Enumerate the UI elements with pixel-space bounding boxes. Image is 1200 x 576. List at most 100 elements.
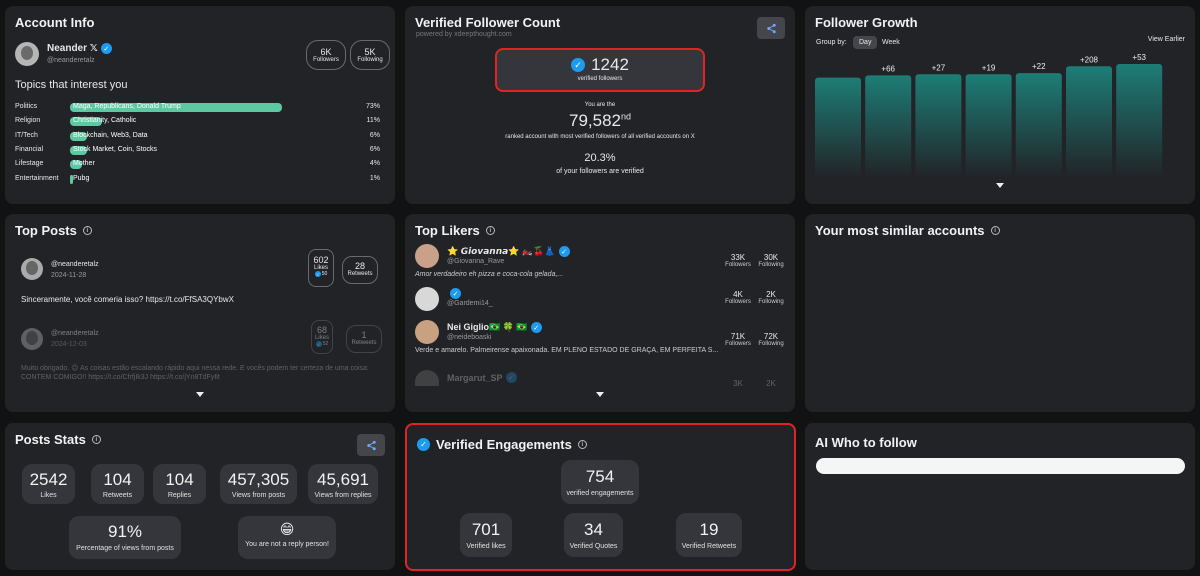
topic-percentage: 73% bbox=[365, 103, 380, 110]
engagements-total-value: 754 bbox=[585, 467, 615, 486]
reply-person-label: You are not a reply person! bbox=[245, 541, 329, 548]
growth-bar[interactable] bbox=[1015, 73, 1062, 178]
stat-value: 104 bbox=[103, 470, 132, 489]
follower-growth-card: Follower Growth Group by: Day Week View … bbox=[805, 6, 1195, 204]
share-button[interactable] bbox=[357, 434, 385, 456]
ai-who-to-follow-title: AI Who to follow bbox=[815, 435, 917, 450]
growth-bar-label: +19 bbox=[982, 63, 996, 72]
post-retweets-value: 1 bbox=[361, 330, 367, 340]
top-likers-card: Top Likers i ⭐ 𝙂𝙞𝙤𝙫𝙖𝙣𝙣𝙖⭐ 🏍️🍒👗 ✓ @Giovanna_… bbox=[405, 214, 795, 412]
post-date: 2024-12-03 bbox=[51, 341, 87, 348]
stat-label: Views from posts bbox=[231, 492, 286, 499]
topic-row: Entertainment Pubg 1% bbox=[5, 174, 395, 186]
expand-chevron-icon[interactable] bbox=[596, 392, 604, 397]
verified-badge-icon: ✓ bbox=[315, 341, 322, 347]
similar-accounts-title-text: Your most similar accounts bbox=[815, 223, 985, 238]
stat-retweets: 104 Retweets bbox=[91, 464, 144, 504]
info-icon[interactable]: i bbox=[577, 440, 587, 449]
topic-row: Religion Christianity, Catholic 11% bbox=[5, 116, 395, 128]
topic-row: IT/Tech Blockchain, Web3, Data 6% bbox=[5, 131, 395, 143]
verified-quotes-box: 34 Verified Quotes bbox=[564, 513, 623, 557]
growth-bar[interactable] bbox=[1116, 64, 1163, 178]
following-label: Following bbox=[357, 57, 383, 63]
similar-accounts-card: Your most similar accounts i bbox=[805, 214, 1195, 412]
stat-label: Views from replies bbox=[314, 492, 372, 499]
growth-bar[interactable] bbox=[1066, 66, 1112, 178]
topic-label: Religion bbox=[15, 117, 41, 125]
share-button[interactable] bbox=[757, 17, 785, 39]
views-pct-label: Percentage of views from posts bbox=[76, 545, 174, 552]
stat-reply-person: 😁 You are not a reply person! bbox=[238, 516, 336, 559]
growth-bar[interactable] bbox=[965, 74, 1012, 178]
account-name-text: Neander 𝕏 bbox=[47, 43, 98, 54]
liker-avatar[interactable] bbox=[415, 370, 439, 386]
stat-value: 104 bbox=[165, 470, 194, 489]
growth-bar[interactable] bbox=[815, 77, 861, 178]
verified-retweets-value: 19 bbox=[699, 520, 719, 539]
account-info-title-text: Account Info bbox=[15, 15, 95, 30]
follower-growth-chart: +66 +27 +19 +22 +208 +53 bbox=[815, 53, 1163, 178]
avatar[interactable] bbox=[15, 42, 39, 66]
top-posts-card: Top Posts i @neanderetalz 2024-11-28 602 … bbox=[5, 214, 395, 412]
post-avatar bbox=[21, 328, 43, 350]
growth-bar[interactable] bbox=[865, 75, 912, 178]
engagements-total-label: verified engagements bbox=[566, 490, 634, 497]
growth-bar[interactable] bbox=[915, 74, 962, 178]
topic-percentage: 11% bbox=[366, 117, 381, 125]
topic-description: Stock Market, Coin, Stocks bbox=[73, 145, 158, 153]
following-pill[interactable]: 5K Following bbox=[350, 40, 390, 70]
verified-likes-box: 701 Verified likes bbox=[460, 513, 512, 557]
rank-description: ranked account with most verified follow… bbox=[505, 134, 695, 140]
ai-who-to-follow-card: AI Who to follow bbox=[805, 423, 1195, 570]
post-retweets-pill[interactable]: 1 Retweets bbox=[346, 325, 382, 353]
verified-engagements-title: ✓ Verified Engagements i bbox=[417, 437, 587, 452]
grin-emoji-icon: 😁 bbox=[279, 521, 295, 537]
liker-4: Margarut_SP ✓ 3K 2K bbox=[405, 214, 795, 412]
post-likes-value: 68 bbox=[316, 325, 327, 335]
views-pct-value: 91% bbox=[107, 522, 143, 541]
topic-percentage: 6% bbox=[369, 131, 380, 139]
growth-bar-label: +208 bbox=[1080, 55, 1099, 64]
stat-value: 2542 bbox=[29, 470, 68, 489]
liker-name: Margarut_SP ✓ bbox=[447, 372, 517, 383]
info-icon[interactable]: i bbox=[990, 226, 1000, 235]
verified-count-card: Verified Follower Count powered by xdeep… bbox=[405, 6, 795, 204]
verified-engagements-total: 754 verified engagements bbox=[561, 460, 639, 504]
topic-percentage: 6% bbox=[369, 145, 380, 153]
verified-pct-description: of your followers are verified bbox=[556, 168, 644, 175]
topics-heading: Topics that interest you bbox=[15, 79, 128, 91]
stat-label: Likes bbox=[40, 492, 57, 499]
verified-count-value: 1242 bbox=[591, 55, 629, 74]
stat-views-posts: 457,305 Views from posts bbox=[220, 464, 297, 504]
posts-stats-card: Posts Stats i 2542 Likes 104 Retweets 104 Re… bbox=[5, 423, 395, 570]
rank-value: 79,582nd bbox=[405, 111, 795, 131]
post-verified-likes: 52 bbox=[322, 341, 329, 347]
expand-chevron-icon[interactable] bbox=[996, 183, 1004, 188]
stat-label: Retweets bbox=[102, 492, 133, 499]
verified-quotes-value: 34 bbox=[584, 520, 603, 539]
you-are-the-text: You are the bbox=[584, 102, 616, 108]
verified-count-title: Verified Follower Count bbox=[415, 15, 560, 30]
share-icon bbox=[766, 23, 776, 33]
topic-label: IT/Tech bbox=[15, 131, 38, 139]
topic-label: Financial bbox=[15, 145, 44, 153]
followers-pill[interactable]: 6K Followers bbox=[306, 40, 346, 70]
growth-bar-label: +22 bbox=[1032, 62, 1046, 71]
similar-accounts-title: Your most similar accounts i bbox=[815, 223, 1000, 238]
info-icon[interactable]: i bbox=[91, 435, 101, 444]
topic-row: Financial Stock Market, Coin, Stocks 6% bbox=[5, 145, 395, 157]
following-value: 5K bbox=[364, 47, 376, 57]
verified-badge-icon: ✓ bbox=[100, 43, 112, 54]
growth-bar-label: +66 bbox=[881, 64, 895, 73]
post-handle: @neanderetalz bbox=[51, 330, 99, 337]
stat-replies: 104 Replies bbox=[153, 464, 206, 504]
share-icon bbox=[366, 440, 376, 450]
rank-suffix: nd bbox=[620, 111, 631, 122]
verified-count-box: ✓ 1242 verified followers bbox=[495, 48, 705, 92]
followers-label: Followers bbox=[313, 57, 339, 63]
verified-badge-icon: ✓ bbox=[505, 372, 517, 383]
stat-value: 457,305 bbox=[227, 470, 290, 489]
expand-chevron-icon[interactable] bbox=[196, 392, 204, 397]
loading-bar bbox=[816, 458, 1185, 474]
post-likes-pill[interactable]: 68 Likes ✓ 52 bbox=[311, 320, 333, 354]
